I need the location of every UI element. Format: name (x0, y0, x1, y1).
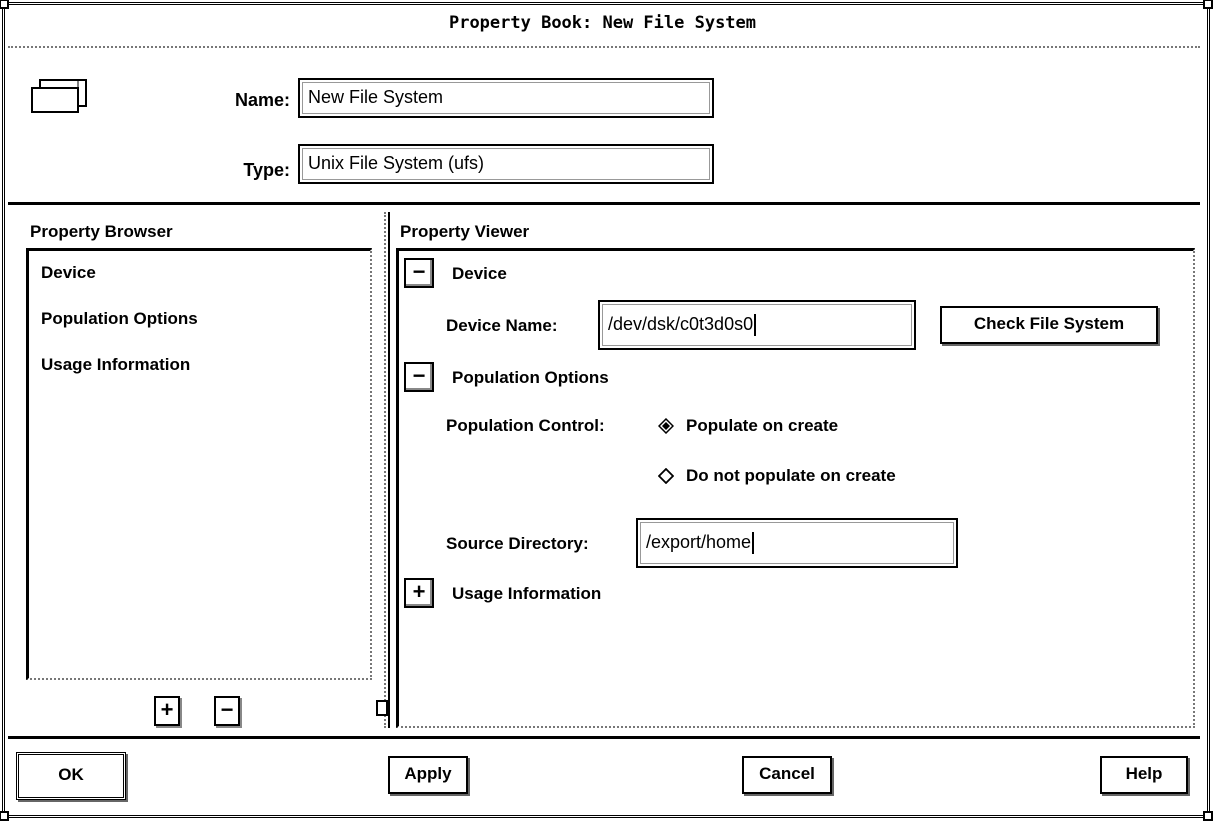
header-divider (8, 202, 1200, 205)
window-corner[interactable] (1203, 0, 1213, 9)
pane-divider (384, 212, 390, 728)
device-name-field[interactable]: /dev/dsk/c0t3d0s0 (598, 300, 916, 350)
text-cursor (752, 532, 755, 555)
help-button[interactable]: Help (1100, 756, 1188, 794)
device-name-label: Device Name: (446, 316, 558, 335)
browser-item-usage-information[interactable]: Usage Information (41, 355, 190, 375)
browser-item-population-options[interactable]: Population Options (41, 309, 198, 329)
footer-divider (8, 736, 1200, 739)
population-section-label: Population Options (452, 368, 609, 387)
device-name-value: /dev/dsk/c0t3d0s0 (608, 314, 754, 334)
population-collapse-button[interactable]: − (404, 362, 434, 392)
type-value: Unix File System (ufs) (308, 153, 485, 173)
usage-expand-button[interactable]: + (404, 578, 434, 608)
cancel-button[interactable]: Cancel (742, 756, 832, 794)
population-control-label: Population Control: (446, 416, 605, 435)
type-field[interactable]: Unix File System (ufs) (298, 144, 714, 184)
property-browser-list[interactable]: Device Population Options Usage Informat… (26, 248, 372, 680)
usage-section-label: Usage Information (452, 584, 602, 603)
window-corner[interactable] (0, 0, 9, 9)
source-directory-label: Source Directory: (446, 534, 589, 553)
name-value: New File System (308, 87, 444, 107)
collapse-all-button[interactable]: − (214, 696, 240, 726)
apply-button[interactable]: Apply (388, 756, 468, 794)
text-cursor (754, 314, 757, 337)
type-label: Type: (243, 160, 290, 180)
device-section-label: Device (452, 264, 507, 283)
window-corner[interactable] (0, 811, 9, 821)
window-title: Property Book: New File System (448, 13, 757, 33)
source-directory-field[interactable]: /export/home (636, 518, 958, 568)
pane-sash-handle[interactable] (376, 700, 388, 716)
browser-item-device[interactable]: Device (41, 263, 96, 283)
device-collapse-button[interactable]: − (404, 258, 434, 288)
populate-on-create-option[interactable]: Populate on create (686, 416, 838, 436)
title-divider (8, 46, 1200, 48)
check-file-system-button[interactable]: Check File System (940, 306, 1158, 344)
radio-selected-icon[interactable] (658, 418, 674, 434)
property-browser-title: Property Browser (30, 222, 173, 241)
window-corner[interactable] (1203, 811, 1213, 821)
folder-icon (31, 79, 87, 113)
expand-all-button[interactable]: + (154, 696, 180, 726)
ok-button[interactable]: OK (16, 752, 126, 800)
name-field[interactable]: New File System (298, 78, 714, 118)
name-label: Name: (234, 90, 290, 110)
radio-unselected-icon[interactable] (658, 468, 674, 484)
ok-label: OK (58, 765, 84, 784)
do-not-populate-option[interactable]: Do not populate on create (686, 466, 896, 486)
property-viewer-title: Property Viewer (400, 222, 530, 241)
source-directory-value: /export/home (646, 532, 752, 552)
